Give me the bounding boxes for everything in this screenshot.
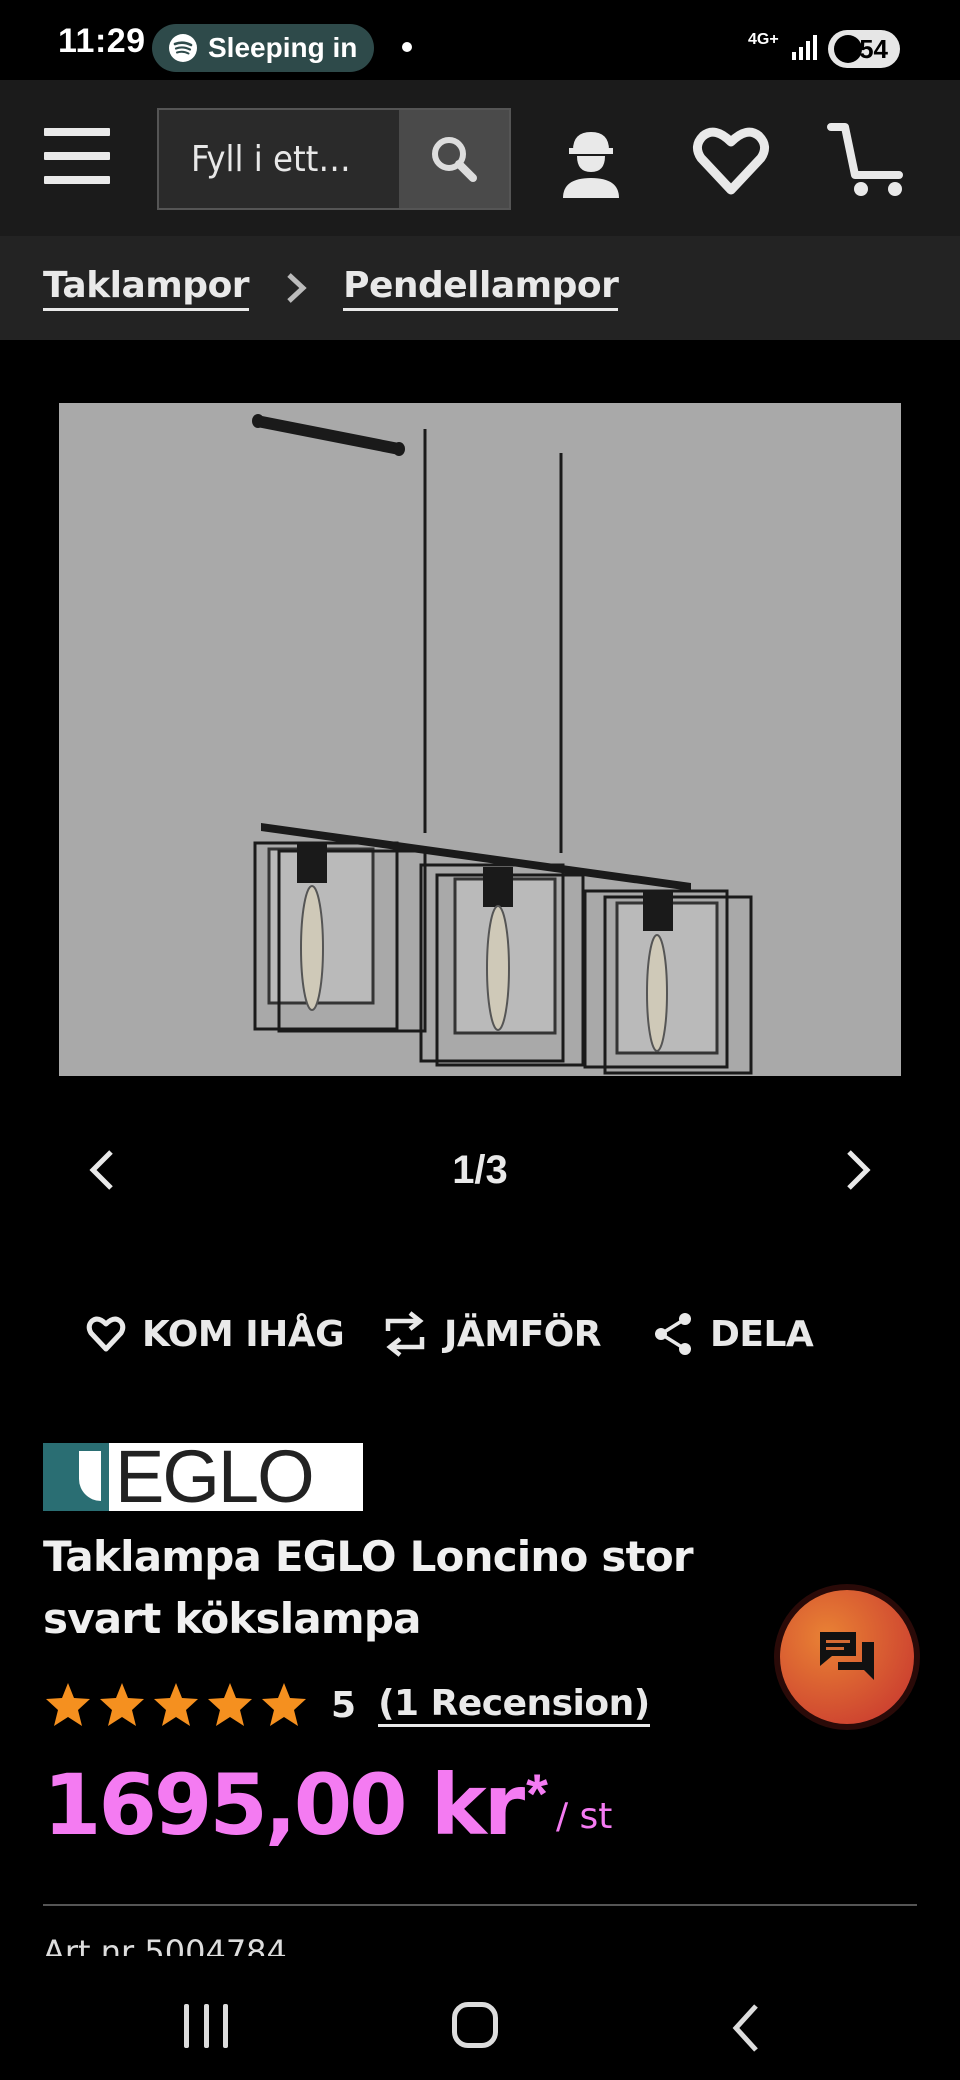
star-icon	[208, 1683, 252, 1726]
compare-button[interactable]: JÄMFÖR	[382, 1304, 602, 1364]
battery-saver-icon	[834, 35, 862, 63]
search-icon	[432, 137, 477, 182]
chevron-right-icon	[283, 271, 309, 305]
search-bar	[157, 108, 511, 210]
rating-value: 5	[331, 1684, 357, 1726]
search-input[interactable]	[159, 110, 399, 208]
carousel-counter: 1/3	[452, 1148, 508, 1192]
brand-name: EGLO	[115, 1443, 315, 1511]
spotify-icon	[169, 34, 197, 62]
site-header	[0, 80, 960, 236]
heart-icon	[693, 127, 769, 195]
status-time: 11:29	[58, 22, 146, 60]
reviews-link[interactable]: (1 Recension)	[378, 1683, 650, 1727]
menu-icon[interactable]	[44, 128, 110, 188]
price-asterisk: *	[526, 1762, 548, 1825]
account-icon	[563, 132, 619, 198]
favorites-button[interactable]	[687, 116, 775, 204]
star-icon	[262, 1683, 306, 1726]
brand-logo[interactable]: EGLO	[43, 1443, 363, 1511]
pendant-lamp-illustration	[252, 414, 753, 1075]
article-number: Art.nr 5004784	[43, 1933, 287, 1956]
cart-icon	[827, 123, 903, 196]
breadcrumb-link-pendellampor[interactable]: Pendellampor	[343, 265, 619, 311]
share-label: DELA	[710, 1313, 814, 1355]
price-amount: 1695,00 kr	[43, 1756, 525, 1854]
carousel-next-button[interactable]	[828, 1140, 888, 1200]
brand-logo-mark	[43, 1443, 109, 1511]
home-button[interactable]	[452, 2002, 498, 2048]
chevron-right-icon	[847, 1150, 871, 1190]
battery-level: 54	[859, 33, 888, 64]
network-type: 4G+	[748, 31, 779, 48]
system-nav-bar	[0, 1980, 960, 2080]
signal-icon	[792, 35, 817, 60]
share-button[interactable]: DELA	[652, 1304, 814, 1364]
compare-label: JÄMFÖR	[444, 1313, 602, 1355]
chat-button[interactable]	[780, 1590, 914, 1724]
product-title: Taklampa EGLO Loncino stor svart kökslam…	[43, 1532, 694, 1643]
recents-button[interactable]	[184, 2004, 228, 2048]
breadcrumb: Taklampor Pendellampor	[0, 236, 960, 340]
product-image[interactable]	[59, 403, 901, 1076]
remember-button[interactable]: KOM IHÅG	[86, 1304, 345, 1364]
chat-icon	[820, 1632, 874, 1680]
status-bar: 11:29 Sleeping in 4G+ 54	[0, 0, 960, 80]
breadcrumb-link-taklampor[interactable]: Taklampor	[43, 265, 250, 311]
heart-icon	[86, 1316, 126, 1352]
compare-icon	[385, 1311, 425, 1357]
star-icon	[154, 1683, 198, 1726]
back-button[interactable]	[726, 2000, 766, 2056]
price-unit: / st	[555, 1796, 613, 1837]
account-button[interactable]	[547, 116, 635, 204]
search-button[interactable]	[399, 110, 509, 208]
remember-label: KOM IHÅG	[142, 1313, 345, 1355]
now-playing-title: Sleeping in	[208, 32, 358, 63]
rating-stars	[43, 1680, 313, 1730]
product-price: 1695,00 kr * / st	[43, 1755, 612, 1855]
star-icon	[100, 1683, 144, 1726]
battery-indicator: 54	[828, 30, 900, 68]
notification-dot	[402, 42, 412, 52]
divider	[43, 1904, 917, 1906]
star-icon	[46, 1683, 90, 1726]
share-icon	[655, 1313, 691, 1355]
now-playing-pill[interactable]: Sleeping in	[152, 24, 374, 72]
product-rating: 5 (1 Recension)	[43, 1672, 650, 1738]
cart-button[interactable]	[826, 116, 914, 204]
